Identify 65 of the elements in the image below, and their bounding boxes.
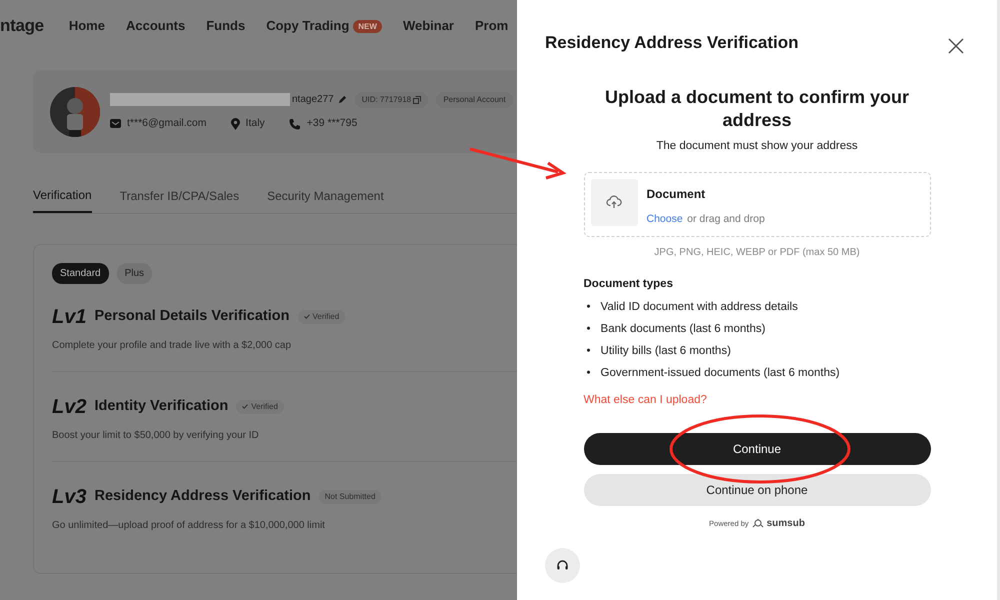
nav-link[interactable]: Accounts bbox=[126, 16, 186, 36]
list-item: Valid ID document with address details bbox=[600, 300, 798, 315]
formats-note: JPG, PNG, HEIC, WEBP or PDF (max 50 MB) bbox=[653, 246, 861, 260]
level-description: Boost your limit to $50,000 by verifying your ID bbox=[52, 429, 260, 443]
list-item: Utility bills (last 6 months) bbox=[600, 344, 731, 359]
continue-button[interactable]: Continue bbox=[584, 432, 930, 465]
nav-link[interactable]: Webinar bbox=[402, 16, 454, 36]
edit-icon[interactable] bbox=[338, 95, 347, 104]
uid-chip: UID: 7717918 bbox=[354, 92, 428, 108]
level-title: Residency Address Verification bbox=[94, 487, 311, 506]
tab[interactable]: Verification bbox=[33, 185, 92, 213]
plan-tab[interactable]: Plus bbox=[116, 263, 152, 284]
status-chip: Verified bbox=[236, 400, 284, 414]
level-number: Lv2 bbox=[52, 395, 86, 420]
status-chip: Not Submitted bbox=[318, 490, 382, 504]
list-item: Government-issued documents (last 6 months) bbox=[600, 366, 840, 381]
new-badge: NEW bbox=[353, 20, 382, 33]
account-type-chip: Personal Account bbox=[436, 92, 513, 108]
country-text: Italy bbox=[246, 116, 265, 131]
tab[interactable]: Transfer IB/CPA/Sales bbox=[120, 185, 240, 213]
email-text: t***6@gmail.com bbox=[127, 116, 207, 131]
list-item: Bank documents (last 6 months) bbox=[600, 322, 766, 337]
bullet: • bbox=[586, 344, 591, 359]
nav-link[interactable]: Home bbox=[68, 16, 105, 36]
choose-link[interactable]: Choose bbox=[646, 212, 683, 225]
subtitle: The document must show your address bbox=[655, 139, 859, 154]
level-number: Lv1 bbox=[52, 305, 86, 330]
level-description: Complete your profile and trade live with a $2,000 cap bbox=[52, 339, 292, 353]
upload-hint: or drag and drop bbox=[687, 212, 765, 225]
nav-link[interactable]: Prom bbox=[475, 16, 508, 36]
level-number: Lv3 bbox=[52, 485, 86, 510]
brand-name: sumsub bbox=[766, 516, 805, 531]
headset-icon bbox=[556, 559, 569, 572]
plan-tab[interactable]: Standard bbox=[52, 263, 109, 284]
brand-logo-icon bbox=[752, 518, 764, 528]
section-title: Document types bbox=[584, 276, 674, 292]
logo[interactable]: ntage bbox=[0, 13, 44, 39]
upload-button[interactable] bbox=[590, 178, 638, 226]
bullet: • bbox=[586, 300, 591, 315]
upload-label: Document bbox=[646, 186, 706, 203]
phone-icon bbox=[288, 118, 301, 130]
location-icon bbox=[230, 118, 240, 130]
heading: Upload a document to confirm your address bbox=[604, 86, 910, 132]
check-icon bbox=[304, 314, 310, 320]
phone-text: +39 ***795 bbox=[306, 116, 358, 131]
level-title: Personal Details Verification bbox=[94, 307, 290, 326]
username: ntage277 bbox=[292, 93, 334, 108]
mail-icon bbox=[110, 119, 121, 128]
panel-title: Residency Address Verification bbox=[545, 32, 799, 54]
status-chip: Verified bbox=[298, 310, 346, 324]
help-link[interactable]: What else can I upload? bbox=[584, 392, 707, 410]
bullet: • bbox=[586, 322, 591, 337]
bullet: • bbox=[586, 366, 591, 381]
level-title: Identity Verification bbox=[94, 397, 228, 416]
support-button[interactable] bbox=[545, 548, 580, 583]
level-description: Go unlimited—upload proof of address for a $10,000,000 limit bbox=[52, 519, 326, 533]
cloud-upload-icon bbox=[606, 195, 622, 210]
avatar bbox=[50, 86, 100, 136]
tab[interactable]: Security Management bbox=[267, 185, 384, 213]
nav-link[interactable]: Copy Trading NEW bbox=[266, 16, 382, 36]
check-icon bbox=[242, 404, 248, 410]
copy-icon[interactable] bbox=[413, 96, 422, 104]
upload-dropzone[interactable]: Document Choose or drag and drop bbox=[584, 172, 930, 237]
nav-link[interactable]: Funds bbox=[206, 16, 246, 36]
phone-button[interactable]: Continue on phone bbox=[584, 474, 930, 506]
